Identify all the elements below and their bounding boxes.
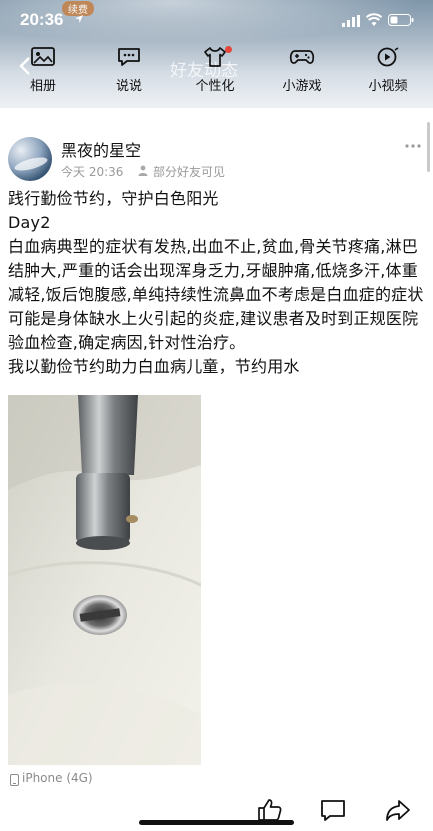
post-line: 白血病典型的症状有发热,出血不止,贫血,骨关节疼痛,淋巴结肿大,严重的话会出现浑… [8,237,424,352]
avatar[interactable] [8,137,52,181]
like-button-icon[interactable] [257,798,283,822]
post-username[interactable]: 黑夜的星空 [61,137,141,161]
menu-item-shuoshuo[interactable]: 说说 [99,46,159,98]
menu-label-minigame: 小游戏 [282,79,322,94]
comment-button-icon[interactable] [320,798,346,822]
home-indicator [139,820,294,825]
person-icon [138,165,148,176]
video-icon [377,47,399,67]
gamepad-icon [289,50,315,64]
photo-album-icon [31,47,55,66]
phone-icon [10,774,19,786]
menu-label-shuoshuo: 说说 [115,79,142,94]
battery-icon [388,14,414,26]
post-device: iPhone (4G) [22,771,93,785]
post-photo[interactable] [8,395,201,765]
feed-menu: 好友动态 相册 说说 个性化 小游戏 小视频 [0,44,433,100]
menu-item-personalize[interactable]: 个性化 [185,46,245,98]
menu-item-shortvideo[interactable]: 小视频 [358,46,418,98]
menu-item-album[interactable]: 相册 [13,46,73,98]
post-time: 今天 20:36 [61,165,124,179]
post-actions [0,794,433,831]
chat-bubble-icon [118,48,140,66]
menu-label-album: 相册 [29,79,56,94]
menu-item-minigame[interactable]: 小游戏 [272,46,332,98]
notification-dot [225,46,232,53]
faucet-sink-image [8,395,201,765]
post-line: 我以勤俭节约助力白血病儿童，节约用水 [8,357,300,376]
location-arrow-icon [75,15,83,23]
post-line: 践行勤俭节约，守护白色阳光 [8,189,219,208]
scrollbar[interactable] [427,122,430,172]
more-options-icon[interactable] [404,143,422,149]
feed-header: 续费 20:36 好友动态 相册 说说 个性化 小游戏 小视频 [0,0,433,108]
post-visibility: 部分好友可见 [153,165,226,179]
share-button-icon[interactable] [385,798,411,822]
menu-label-personalize: 个性化 [195,79,235,94]
post-content: 践行勤俭节约，守护白色阳光 Day2 白血病典型的症状有发热,出血不止,贫血,骨… [8,187,428,379]
status-time: 20:36 [20,10,64,29]
feed-post: 黑夜的星空 今天 20:36 部分好友可见 践行勤俭节约，守护白色阳光 Day2… [0,108,433,831]
status-bar: 续费 20:36 [0,0,433,34]
wifi-icon [366,13,382,26]
menu-label-shortvideo: 小视频 [368,79,408,94]
post-line: Day2 [8,213,51,232]
cellular-signal-icon [342,15,360,27]
